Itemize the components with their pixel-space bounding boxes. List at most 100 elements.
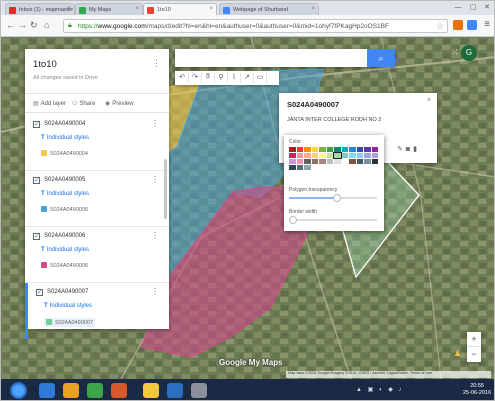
color-swatch[interactable]: [289, 165, 296, 170]
panel-scrollbar[interactable]: [164, 159, 167, 219]
layer-name[interactable]: S024A0490005: [44, 177, 85, 183]
redo-icon[interactable]: ↷: [189, 73, 202, 83]
feature-item[interactable]: S024A0490007: [44, 318, 95, 327]
slider-handle[interactable]: [289, 216, 298, 224]
map-search-input[interactable]: [175, 49, 395, 67]
feature-color-icon[interactable]: [41, 262, 47, 268]
color-swatch[interactable]: [326, 147, 333, 152]
taskbar-app-icon[interactable]: [191, 383, 207, 398]
pegman-icon[interactable]: ♟: [454, 349, 461, 358]
browser-tab-my-maps[interactable]: My Maps ×: [75, 3, 143, 15]
color-swatch[interactable]: [319, 153, 326, 158]
color-swatch[interactable]: [319, 147, 326, 152]
color-swatch[interactable]: [326, 153, 333, 158]
clock[interactable]: 20:55 25-06-2016: [463, 383, 491, 397]
individual-styles-link[interactable]: T Individual styles: [41, 247, 89, 253]
transparency-slider[interactable]: [289, 194, 377, 202]
color-swatch[interactable]: [311, 147, 318, 152]
color-swatch[interactable]: [356, 147, 363, 152]
color-swatch[interactable]: [356, 153, 363, 158]
taskbar-app-icon[interactable]: [63, 383, 79, 398]
color-swatch[interactable]: [296, 165, 303, 170]
bookmark-star-icon[interactable]: ☆: [436, 21, 444, 32]
color-swatch[interactable]: [341, 153, 348, 158]
color-swatch[interactable]: [289, 159, 296, 164]
feature-item[interactable]: S024A0490005: [41, 206, 88, 213]
layer-checkbox[interactable]: ✓: [33, 177, 40, 184]
reload-icon[interactable]: ↻: [30, 20, 38, 31]
color-swatch[interactable]: [289, 147, 296, 152]
search-button[interactable]: ⌕: [367, 49, 395, 67]
zoom-out-button[interactable]: −: [467, 347, 481, 362]
color-swatch[interactable]: [296, 153, 303, 158]
layer-checkbox[interactable]: ✓: [33, 233, 40, 240]
color-swatch[interactable]: [349, 159, 356, 164]
layer-name[interactable]: S024A0490004: [44, 121, 85, 127]
window-controls[interactable]: — ▢ ✕: [455, 3, 493, 11]
color-swatch[interactable]: [333, 152, 342, 159]
back-arrow-icon[interactable]: ←: [6, 20, 15, 30]
color-swatch[interactable]: [364, 147, 371, 152]
browser-tab-1to10[interactable]: 1to10 ×: [143, 3, 217, 15]
color-swatch[interactable]: [356, 159, 363, 164]
color-swatch[interactable]: [311, 153, 318, 158]
add-layer-button[interactable]: ▤ Add layer: [33, 100, 66, 107]
marker-icon[interactable]: ⚲: [215, 73, 228, 83]
color-swatch[interactable]: [341, 147, 348, 152]
border-width-slider[interactable]: [289, 216, 377, 224]
color-swatch[interactable]: [304, 153, 311, 158]
feature-item[interactable]: S024A0490004: [41, 150, 88, 157]
measure-icon[interactable]: ▭: [254, 73, 267, 83]
layer-item[interactable]: ✓ S024A0490006 ⋮ T Individual styles S024…: [25, 227, 169, 283]
forward-arrow-icon[interactable]: →: [18, 20, 27, 30]
taskbar-app-icon[interactable]: [39, 383, 55, 398]
color-swatch[interactable]: [326, 159, 333, 164]
color-swatch[interactable]: [289, 153, 296, 158]
feature-color-icon[interactable]: [41, 206, 47, 212]
zoom-in-button[interactable]: +: [467, 332, 481, 347]
extension-icon[interactable]: [467, 20, 477, 30]
layer-options-icon[interactable]: ⋮: [151, 119, 159, 128]
layer-name[interactable]: S024A0490006: [44, 233, 85, 239]
map-attribution[interactable]: Map data ©2016 Google Imagery ©2016, CNE…: [286, 371, 491, 378]
taskbar-app-icon[interactable]: [167, 383, 183, 398]
map-title[interactable]: 1to10: [33, 59, 57, 70]
layer-options-icon[interactable]: ⋮: [151, 175, 159, 184]
address-bar[interactable]: 🔒︎ https://www.google.com/maps/d/edit?hl…: [63, 19, 448, 33]
slider-handle[interactable]: [333, 194, 342, 202]
avatar[interactable]: G: [461, 45, 477, 61]
individual-styles-link[interactable]: T Individual styles: [44, 303, 92, 309]
system-tray[interactable]: ▲ ▣ ◐ ◆ ♪: [356, 386, 404, 393]
color-swatch[interactable]: [296, 159, 303, 164]
layer-item[interactable]: ✓ S024A0490004 ⋮ T Individual styles S024…: [25, 115, 169, 171]
feature-color-icon[interactable]: [41, 150, 47, 156]
layer-name[interactable]: S024A0490007: [47, 289, 88, 295]
start-button[interactable]: [10, 382, 27, 399]
color-swatch[interactable]: [334, 147, 341, 152]
feature-color-icon[interactable]: [46, 319, 52, 325]
undo-icon[interactable]: ↶: [176, 73, 189, 83]
color-swatch[interactable]: [311, 159, 318, 164]
taskbar-app-icon[interactable]: [87, 383, 103, 398]
color-swatch[interactable]: [296, 147, 303, 152]
apps-grid-icon[interactable]: ⁙: [451, 47, 459, 58]
color-swatch[interactable]: [364, 153, 371, 158]
share-button[interactable]: ⚇ Share: [72, 100, 95, 107]
browser-tab-inbox[interactable]: Inbox (1) - mapmaster ×: [5, 3, 75, 15]
close-tab-icon[interactable]: ×: [67, 6, 71, 12]
feature-item[interactable]: S024A0490006: [41, 262, 88, 269]
layer-checkbox[interactable]: ✓: [36, 289, 43, 296]
color-swatch[interactable]: [349, 147, 356, 152]
draw-line-icon[interactable]: ⌇: [228, 73, 241, 83]
close-tab-icon[interactable]: ×: [311, 6, 315, 12]
edit-pencil-icon[interactable]: ✎: [397, 146, 406, 153]
individual-styles-link[interactable]: T Individual styles: [41, 191, 89, 197]
layer-options-icon[interactable]: ⋮: [151, 287, 159, 296]
layer-checkbox[interactable]: ✓: [33, 121, 40, 128]
color-swatch[interactable]: [371, 153, 378, 158]
taskbar-app-icon[interactable]: [111, 383, 127, 398]
folder-icon[interactable]: [143, 383, 159, 398]
color-swatch[interactable]: [304, 165, 311, 170]
color-swatch[interactable]: [304, 159, 311, 164]
close-tab-icon[interactable]: ×: [209, 6, 213, 12]
